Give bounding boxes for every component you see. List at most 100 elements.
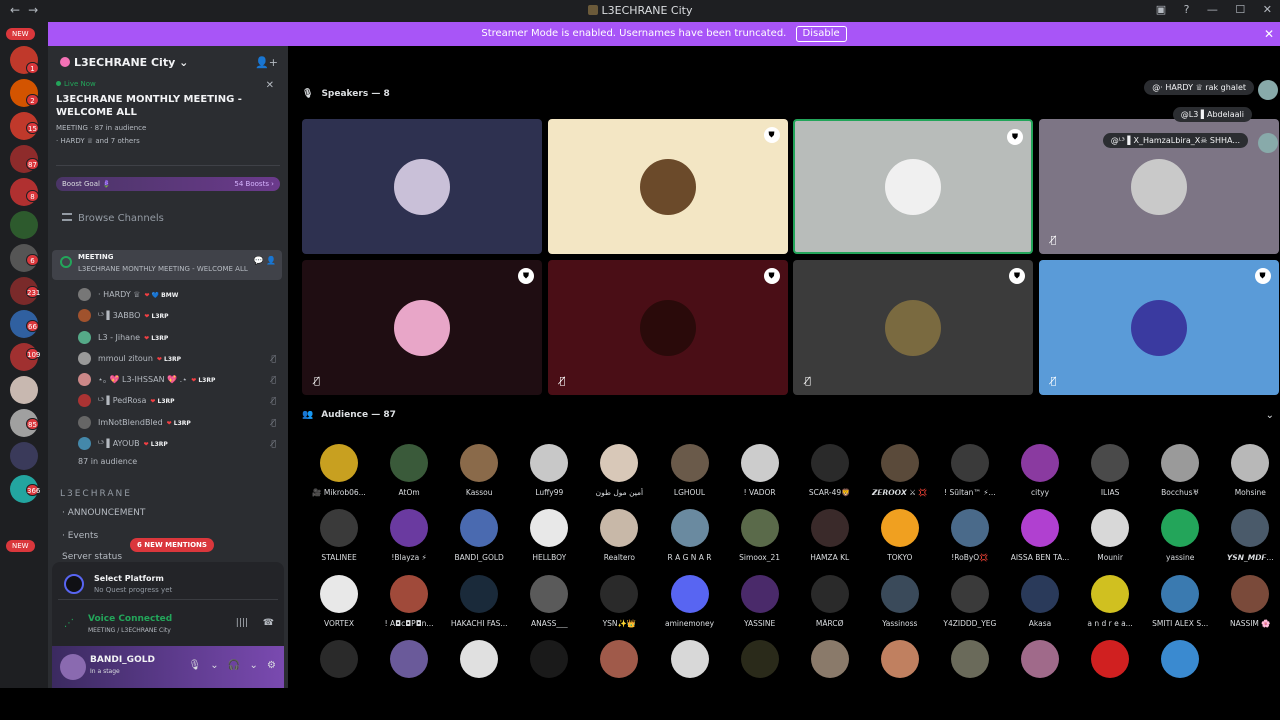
stage-member[interactable]: ⋆｡ 💖 L3-IHSSAN 💖 .⋆ ❤ L3RP 🎙̸ bbox=[48, 369, 288, 390]
audience-member[interactable]: AISSA BEN TA... bbox=[1005, 509, 1075, 569]
audience-member[interactable]: ! Sũltan™ ⚡... bbox=[935, 444, 1005, 504]
audience-member[interactable]: Kassou bbox=[444, 444, 514, 504]
speaker-tile[interactable]: ⛊ bbox=[793, 119, 1033, 254]
server-icon[interactable] bbox=[10, 442, 38, 470]
invite-icon[interactable]: 👤+ bbox=[255, 56, 278, 69]
audience-member[interactable]: yassine bbox=[1145, 509, 1215, 569]
audience-member[interactable]: cityy bbox=[1005, 444, 1075, 504]
channel-events[interactable]: · Events bbox=[62, 531, 98, 541]
stage-member[interactable]: · HARDY ♕ ❤ 💙 BMW bbox=[48, 284, 288, 305]
browse-channels[interactable]: Browse Channels bbox=[62, 213, 164, 224]
audience-member[interactable]: Y4ZIDDD_YEG bbox=[935, 574, 1005, 635]
audience-member[interactable]: Bocchus♅ bbox=[1145, 444, 1215, 504]
audience-member[interactable]: SCAR-49🦁 bbox=[795, 444, 865, 504]
new-pill-bottom[interactable]: NEW bbox=[6, 540, 35, 552]
audience-member[interactable]: Simoox_21 bbox=[725, 509, 795, 569]
avatar bbox=[670, 444, 709, 482]
username[interactable]: BANDI_GOLD bbox=[90, 655, 155, 665]
speaker-tile[interactable]: ⛊ 🎙̸ bbox=[793, 260, 1033, 395]
audience-member[interactable]: TOKYO bbox=[865, 509, 935, 569]
avatar bbox=[880, 509, 919, 548]
audience-member[interactable]: aminemoney bbox=[655, 574, 725, 635]
stage-member[interactable]: ImNotBlendBled ❤ L3RP 🎙̸ bbox=[48, 412, 288, 433]
avatar bbox=[1161, 444, 1200, 482]
server-icon[interactable] bbox=[10, 376, 38, 404]
stage-member[interactable]: ᴸ³ ▌AYOUB ❤ L3RP 🎙̸ bbox=[48, 433, 288, 454]
audience-member[interactable]: أمين مول طون bbox=[584, 444, 654, 504]
boost-goal[interactable]: 54 Boosts › Boost Goal 🪻 bbox=[56, 177, 280, 191]
speaker-tile[interactable]: ⛊ 🎙̸ bbox=[302, 260, 542, 395]
avatar bbox=[810, 509, 849, 548]
audience-member[interactable]: Luffy99 bbox=[514, 444, 584, 504]
stage-member[interactable]: mmoul zitoun ❤ L3RP 🎙̸ bbox=[48, 348, 288, 369]
speaker-tile[interactable]: ⛊ 🎙̸ bbox=[547, 260, 788, 395]
app-icon bbox=[587, 5, 598, 15]
audience-member[interactable]: YSN✨👑 bbox=[584, 574, 654, 635]
voice-controls[interactable]: |||| ☎ bbox=[236, 618, 274, 628]
audience-member[interactable]: 𝙔𝙎𝙉_𝙈𝘿𝙁... bbox=[1215, 509, 1280, 569]
close-icon[interactable]: ✕ bbox=[1264, 22, 1274, 46]
audience-member[interactable]: SMITI ALEX S... bbox=[1145, 574, 1215, 635]
audience-member[interactable]: LGHOUL bbox=[655, 444, 725, 504]
audience-member[interactable]: Akasa bbox=[1005, 574, 1075, 635]
floating-mention-3: @ᴸ³ ▌X_HamzaLbira_X☠ SHHA... bbox=[1102, 133, 1248, 148]
channel-announcement[interactable]: · ANNOUNCEMENT bbox=[62, 508, 145, 518]
chevron-down-icon[interactable]: ⌄ bbox=[1266, 410, 1274, 421]
stage-member[interactable]: ᴸ³ ▌PedRosa ❤ L3RP 🎙̸ bbox=[48, 390, 288, 411]
audience-name: ! VADOR bbox=[743, 488, 776, 497]
role-tag: L3RP bbox=[151, 313, 169, 321]
audience-member[interactable]: HAMZA KL bbox=[795, 509, 865, 569]
audience-member[interactable]: Mohsine bbox=[1215, 444, 1280, 504]
audience-name: Akasa bbox=[1028, 618, 1052, 628]
audience-member[interactable]: ILIAS bbox=[1075, 444, 1145, 504]
new-mentions-pill[interactable]: 6 NEW MENTIONS bbox=[130, 538, 214, 552]
audience-member[interactable]: !RoByO💢 bbox=[935, 509, 1005, 569]
audience-member[interactable]: Yassinoss bbox=[865, 574, 935, 635]
speaker-tile[interactable] bbox=[302, 119, 542, 254]
audience-member[interactable]: R A G N A R bbox=[655, 509, 725, 569]
audience-member[interactable]: BANDI_GOLD bbox=[444, 509, 514, 569]
channel-server-status[interactable]: Server status bbox=[62, 552, 122, 560]
new-pill-top[interactable]: NEW bbox=[6, 28, 35, 40]
mention-badge: 231 bbox=[26, 286, 40, 298]
audience-member[interactable]: 𝙕𝙀𝙍𝙊𝙊𝙓 ⚔ 💢 bbox=[865, 444, 935, 504]
voice-connected-label[interactable]: Voice Connected bbox=[88, 614, 172, 624]
audience-member[interactable]: AtOm bbox=[374, 444, 444, 504]
audience-member[interactable]: !Blayza ⚡ bbox=[374, 509, 444, 569]
quest-card[interactable]: Select Platform No Quest progress yet bbox=[58, 570, 278, 600]
avatar[interactable] bbox=[60, 654, 86, 680]
audience-member[interactable]: 🎥 Mikrob06... bbox=[304, 444, 374, 504]
live-now-card[interactable]: Live Now L3ECHRANE MONTHLY MEETING - WEL… bbox=[56, 80, 280, 166]
voice-channel[interactable]: MEETING / L3ECHRANE City bbox=[88, 627, 171, 634]
audience-member[interactable]: a n d r e a... bbox=[1075, 574, 1145, 635]
server-name[interactable]: L3ECHRANE City ⌄ bbox=[60, 56, 188, 69]
audience-member[interactable]: VORTEX bbox=[304, 574, 374, 635]
server-icon[interactable] bbox=[10, 211, 38, 239]
audience-member[interactable]: STALINEE bbox=[304, 509, 374, 569]
audience-member[interactable]: ANASS___ bbox=[514, 574, 584, 635]
channel-actions[interactable]: 💬 👤 bbox=[254, 256, 276, 265]
close-icon[interactable]: ✕ bbox=[266, 80, 274, 91]
audience-member[interactable]: HAKACHI FAS... bbox=[444, 574, 514, 635]
speaker-tile[interactable]: ⛊ bbox=[547, 119, 788, 254]
stage-member[interactable]: ᴸ³ ▌3ABBO ❤ L3RP bbox=[48, 305, 288, 326]
audience-member[interactable]: ! VADOR bbox=[725, 444, 795, 504]
user-controls[interactable]: 🎙 ⌄ 🎧 ⌄ ⚙ bbox=[188, 660, 276, 671]
audience-member[interactable]: ! A◘c◘P◘n... bbox=[374, 574, 444, 635]
audience-member[interactable]: HELLBOY bbox=[514, 509, 584, 569]
audience-member[interactable]: MÃRCØ bbox=[795, 574, 865, 635]
audience-member[interactable]: YASSINE bbox=[725, 574, 795, 635]
channel-meeting[interactable]: MEETING L3ECHRANE MONTHLY MEETING - WELC… bbox=[52, 250, 282, 280]
audience-count[interactable]: 87 in audience bbox=[78, 457, 137, 466]
stage-member[interactable]: L3 - Jihane ❤ L3RP bbox=[48, 327, 288, 348]
audience-member[interactable]: Realtero bbox=[584, 509, 654, 569]
quest-icon bbox=[64, 574, 84, 594]
disable-button[interactable]: Disable bbox=[795, 26, 847, 42]
audience-member[interactable]: Mounir bbox=[1075, 509, 1145, 569]
category-header[interactable]: L3ECHRANE bbox=[60, 489, 132, 499]
speaker-tile[interactable]: ⛊ 🎙̸ bbox=[1038, 260, 1279, 395]
avatar bbox=[394, 299, 450, 356]
window-controls[interactable]: ▣ ? — ☐ ✕ bbox=[1156, 3, 1272, 16]
audience-member[interactable]: NASSIM 🌸 bbox=[1215, 574, 1280, 635]
audience-name: HAKACHI FAS... bbox=[450, 618, 508, 628]
